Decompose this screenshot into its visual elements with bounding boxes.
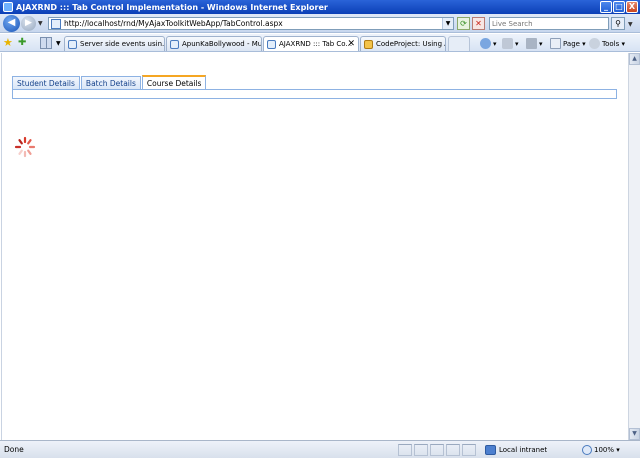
home-button[interactable]: ▾ [480, 37, 497, 50]
address-toolbar: ◀ ▶ ▼ http://localhost/rnd/MyAjaxToolkit… [0, 14, 640, 33]
feeds-icon [502, 38, 513, 49]
page-menu-icon [550, 38, 561, 49]
close-button[interactable]: X [626, 1, 638, 13]
page-menu-label: Page [563, 39, 580, 48]
scroll-down-button[interactable]: ▼ [629, 428, 640, 440]
quick-tabs-icon[interactable] [40, 37, 52, 49]
browser-tab-label: Server side events usin... [80, 40, 164, 48]
address-url[interactable]: http://localhost/rnd/MyAjaxToolkitWebApp… [64, 19, 283, 28]
intranet-icon [485, 445, 496, 455]
browser-tab-apunkabollywood[interactable]: ApunKaBollywood - Musi... [166, 36, 262, 51]
tab-batch-details[interactable]: Batch Details [80, 76, 141, 89]
page-menu[interactable]: Page ▾ [550, 37, 586, 50]
back-button[interactable]: ◀ [3, 15, 20, 32]
tab-course-details[interactable]: Course Details [141, 75, 207, 89]
minimize-button[interactable]: _ [600, 1, 612, 13]
zone-label: Local intranet [499, 446, 548, 454]
zoom-level: 100% [594, 446, 615, 454]
zoom-icon [582, 445, 592, 455]
browser-tab-label: ApunKaBollywood - Musi... [182, 40, 261, 48]
scroll-up-button[interactable]: ▲ [629, 53, 640, 65]
gear-icon [589, 38, 600, 49]
status-panel [462, 444, 476, 456]
tools-menu-label: Tools [602, 39, 620, 48]
security-zone[interactable]: Local intranet [485, 444, 547, 456]
window-controls: _ □ X [600, 1, 638, 13]
loading-spinner-icon [14, 136, 36, 158]
tab-toolbar: ★ ✚ ▼ Server side events usin... ApunKaB… [0, 34, 640, 52]
browser-tab-server-side[interactable]: Server side events usin... [64, 36, 165, 51]
tab-list-dropdown[interactable]: ▼ [56, 40, 61, 47]
address-bar[interactable]: http://localhost/rnd/MyAjaxToolkitWebApp… [48, 17, 454, 30]
search-options-dropdown[interactable]: ▼ [628, 21, 633, 28]
browser-tab-label: AJAXRND ::: Tab Co... [279, 40, 353, 48]
refresh-button[interactable]: ⟳ [457, 17, 470, 30]
window-title: AJAXRND ::: Tab Control Implementation -… [16, 2, 328, 12]
home-icon [480, 38, 491, 49]
stop-button[interactable]: ✕ [472, 17, 485, 30]
page-icon [51, 18, 61, 29]
address-dropdown[interactable]: ▼ [442, 18, 453, 29]
page-icon [170, 39, 179, 49]
feeds-button[interactable]: ▾ [502, 37, 519, 50]
status-text: Done [4, 445, 24, 454]
search-box[interactable] [489, 17, 609, 30]
search-icon[interactable]: ⚲ [611, 17, 625, 30]
page-icon [267, 39, 276, 49]
print-button[interactable]: ▾ [526, 37, 543, 50]
search-input[interactable] [490, 18, 608, 29]
browser-tab-codeproject[interactable]: CodeProject: Using ASP... [360, 36, 446, 51]
new-tab-button[interactable] [448, 36, 470, 51]
printer-icon [526, 38, 537, 49]
page-icon [68, 39, 77, 49]
favorites-star-icon[interactable]: ★ [3, 36, 13, 49]
status-bar: Done Local intranet 100% ▾ [0, 440, 640, 458]
browser-tab-label: CodeProject: Using ASP... [376, 40, 445, 48]
status-panel [414, 444, 428, 456]
title-bar: AJAXRND ::: Tab Control Implementation -… [0, 0, 640, 14]
tab-strip: Student Details Batch Details Course Det… [12, 75, 207, 89]
ie-icon [3, 2, 13, 12]
vertical-scrollbar[interactable]: ▲ ▼ [628, 53, 640, 440]
maximize-button[interactable]: □ [613, 1, 625, 13]
zoom-control[interactable]: 100% ▾ [582, 444, 620, 456]
forward-button[interactable]: ▶ [21, 16, 36, 31]
status-panel [446, 444, 460, 456]
tab-panel [12, 89, 617, 99]
close-tab-icon[interactable]: ✕ [347, 37, 355, 51]
codeproject-icon [364, 39, 373, 49]
status-panel [430, 444, 444, 456]
page-content: Student Details Batch Details Course Det… [1, 53, 628, 440]
add-favorite-icon[interactable]: ✚ [18, 36, 26, 49]
history-dropdown[interactable]: ▼ [38, 20, 43, 27]
browser-tab-ajaxrnd[interactable]: AJAXRND ::: Tab Co... ✕ [263, 36, 359, 51]
status-panel [398, 444, 412, 456]
tab-student-details[interactable]: Student Details [12, 76, 80, 89]
tools-menu[interactable]: Tools ▾ [589, 37, 625, 50]
